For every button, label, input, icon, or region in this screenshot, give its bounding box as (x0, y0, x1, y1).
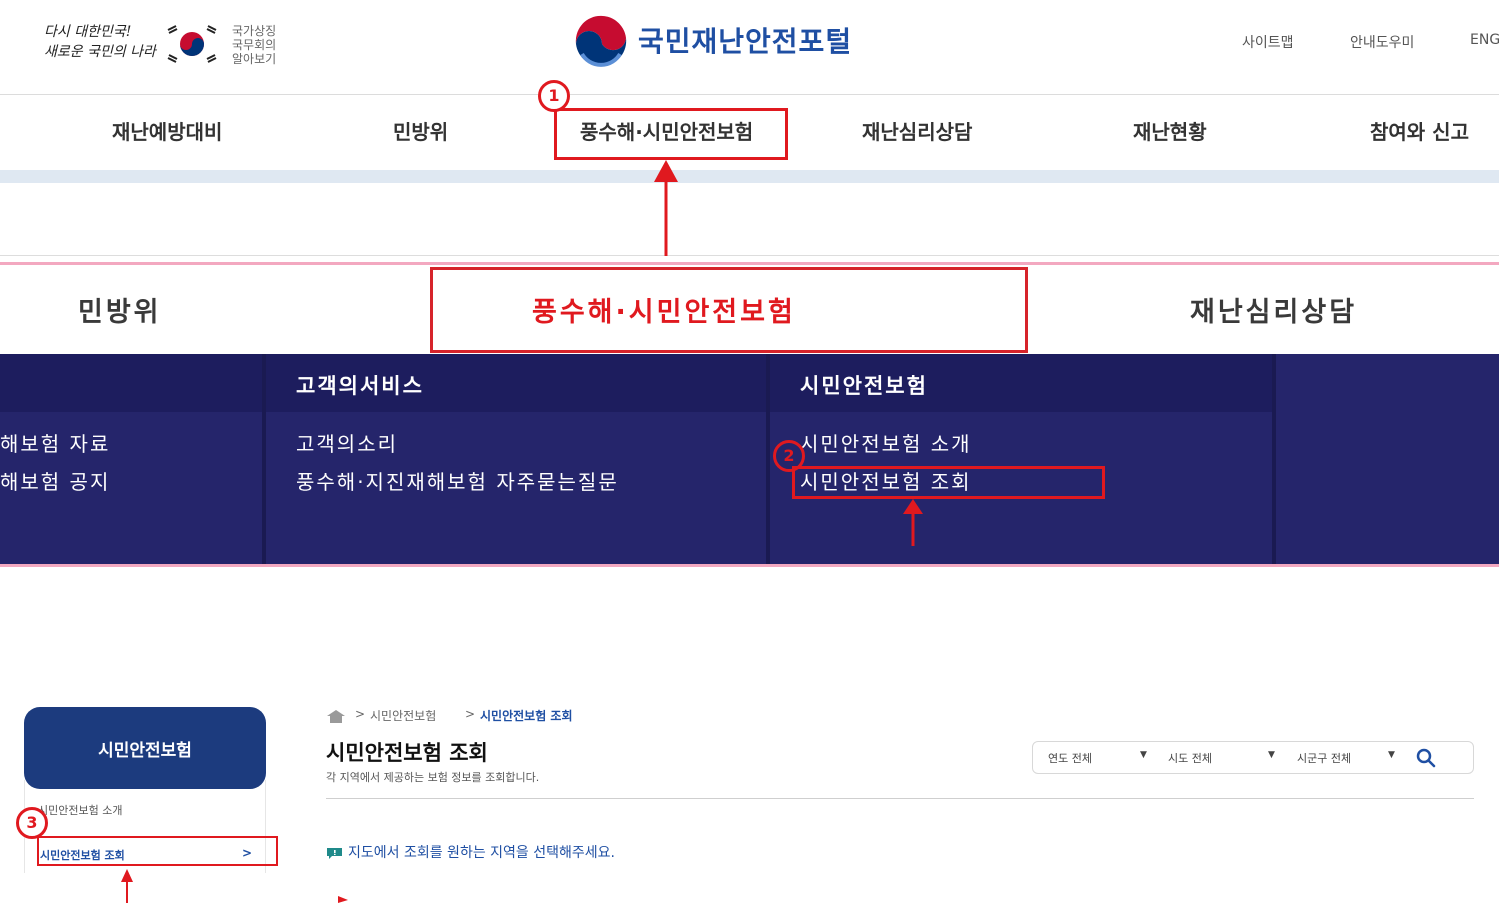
annotation-step-1-badge: 1 (538, 80, 570, 112)
governance-line-2: 국무회의 (232, 38, 277, 52)
filter-bar (1032, 741, 1474, 774)
breadcrumb-separator: > (465, 707, 476, 721)
mega-col-separator (766, 354, 770, 564)
governance-line-3: 알아보기 (232, 52, 277, 66)
pink-divider-bottom (0, 564, 1499, 567)
lnb-item-insurance-intro[interactable]: 시민안전보험 소개 (38, 802, 122, 818)
page-title: 시민안전보험 조회 (326, 741, 488, 765)
slogan-line-1: 다시 대한민국! (44, 24, 132, 40)
annotation-box-step-2 (792, 466, 1105, 499)
english-link[interactable]: ENG (1470, 32, 1499, 48)
mega-col-a-header (0, 354, 262, 412)
annotation-step-3-badge: 3 (16, 807, 48, 839)
annotation-box-step-1 (554, 108, 788, 160)
mega-heading-customer-service: 고객의서비스 (296, 374, 424, 398)
breadcrumb-item-parent[interactable]: 시민안전보험 (370, 707, 436, 724)
taegeukgi-icon[interactable] (162, 22, 222, 66)
mega-item-customer-voice[interactable]: 고객의소리 (296, 434, 398, 454)
home-icon[interactable] (326, 708, 346, 723)
site-logo-text[interactable]: 국민재난안전포털 (638, 20, 852, 60)
annotation-box-step-3 (37, 836, 278, 866)
header-divider (0, 94, 1499, 95)
sitemap-link[interactable]: 사이트맵 (1242, 32, 1294, 52)
sigungu-select[interactable]: 시군구 전체 (1297, 750, 1351, 766)
caret-down-icon: ▼ (1388, 750, 1395, 760)
annotation-pointer-marker (338, 896, 348, 903)
mega-col-separator (262, 354, 266, 564)
mega-col-separator (1272, 354, 1276, 564)
annotation-step-2-badge: 2 (773, 440, 805, 472)
caret-down-icon: ▼ (1268, 750, 1275, 760)
gnb-item-participation-report[interactable]: 참여와 신고 (1370, 116, 1469, 145)
slogan-logo: 다시 대한민국! 새로운 국민의 나라 (44, 22, 156, 66)
pink-divider-top (0, 262, 1499, 265)
mega-item-insurance-materials[interactable]: 해보험 자료 (0, 434, 110, 454)
gnb-item-disaster-status[interactable]: 재난현황 (1133, 116, 1207, 145)
national-symbol-link[interactable]: 국가상징 국무회의 알아보기 (232, 24, 276, 66)
year-select[interactable]: 연도 전체 (1048, 750, 1092, 766)
breadcrumb-item-current: 시민안전보험 조회 (480, 709, 573, 723)
zoom-tab-disaster-counseling[interactable]: 재난심리상담 (1190, 290, 1357, 329)
search-icon[interactable] (1414, 746, 1438, 770)
lnb-title: 시민안전보험 (98, 741, 192, 761)
annotation-box-zoom-tab (430, 267, 1028, 353)
slogan-line-2: 새로운 국민의 나라 (44, 44, 156, 60)
header-stripe (0, 170, 1499, 183)
zoom-tab-civil-defense[interactable]: 민방위 (78, 290, 162, 329)
guide-helper-link[interactable]: 안내도우미 (1350, 32, 1414, 52)
page-description: 각 지역에서 제공하는 보험 정보를 조회합니다. (326, 771, 540, 784)
mega-heading-citizen-insurance: 시민안전보험 (800, 374, 928, 398)
gnb-item-civil-defense[interactable]: 민방위 (393, 116, 448, 145)
gnb-item-disaster-counseling[interactable]: 재난심리상담 (862, 116, 972, 145)
section-divider (0, 255, 1499, 256)
gnb-item-disaster-prevention[interactable]: 재난예방대비 (112, 116, 222, 145)
caret-down-icon: ▼ (1140, 750, 1147, 760)
map-select-notice: 지도에서 조회를 원하는 지역을 선택해주세요. (348, 845, 615, 861)
government-emblem-icon[interactable] (572, 14, 630, 72)
governance-line-1: 국가상징 (232, 24, 277, 38)
sido-select[interactable]: 시도 전체 (1168, 750, 1212, 766)
mega-item-insurance-notice[interactable]: 해보험 공지 (0, 472, 110, 492)
mega-item-citizen-insurance-intro[interactable]: 시민안전보험 소개 (800, 434, 972, 454)
breadcrumb-separator: > (355, 707, 366, 721)
mega-item-faq[interactable]: 풍수해·지진재해보험 자주묻는질문 (296, 472, 656, 492)
title-divider (326, 798, 1474, 799)
speech-bubble-icon (326, 845, 343, 859)
